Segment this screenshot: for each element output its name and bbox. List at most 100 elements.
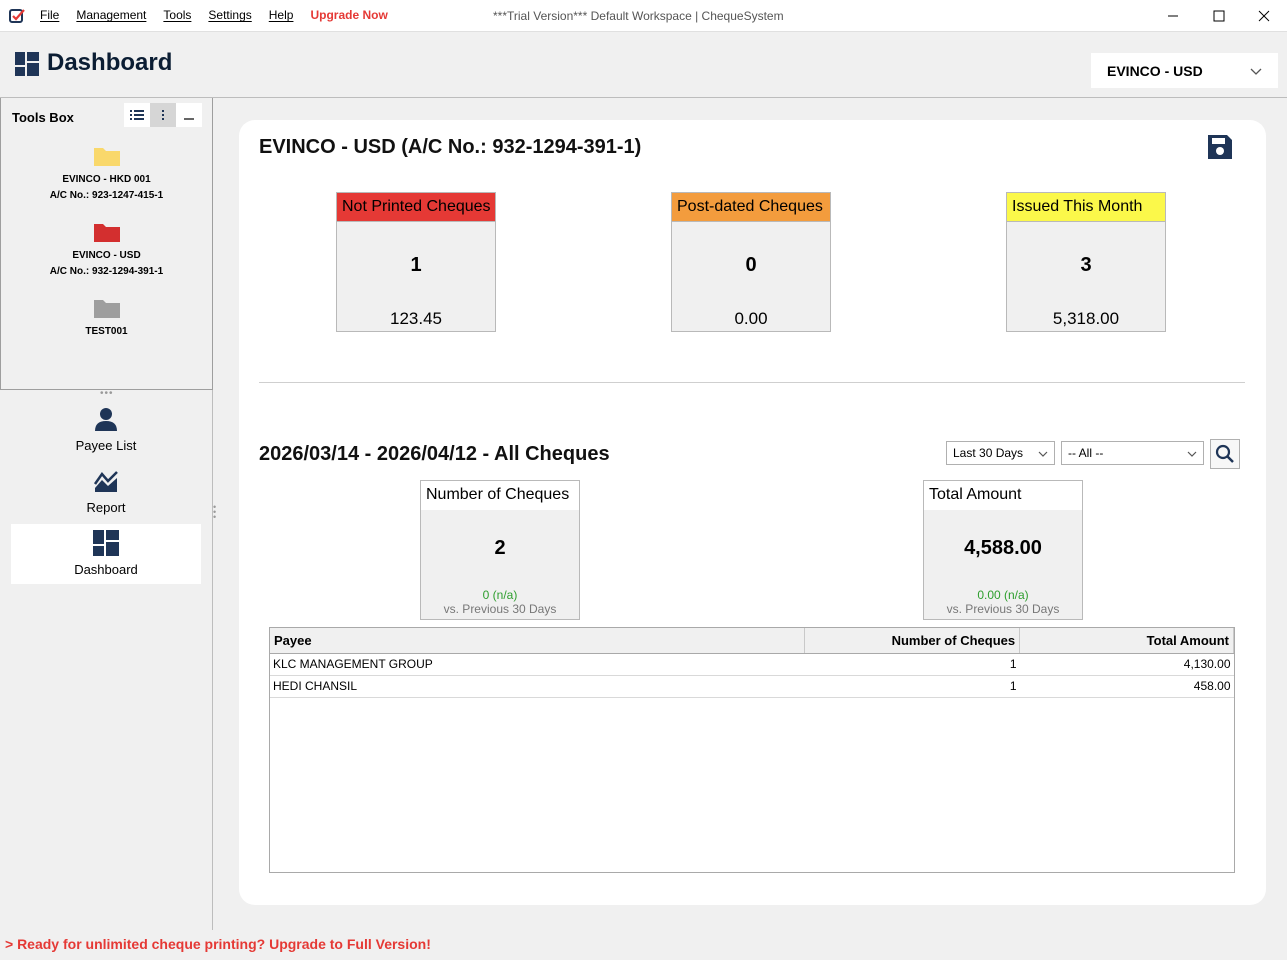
date-range-value: Last 30 Days <box>953 446 1024 460</box>
account-heading: EVINCO - USD (A/C No.: 932-1294-391-1) <box>259 136 642 158</box>
account-number: A/C No.: 923-1247-415-1 <box>49 190 164 201</box>
card-value: 4,588.00 <box>964 537 1042 559</box>
chevron-down-icon <box>1038 451 1048 457</box>
upgrade-message-link[interactable]: > Ready for unlimited cheque printing? U… <box>5 936 431 952</box>
app-logo-icon <box>9 9 25 23</box>
nav-report[interactable]: Report <box>11 468 201 528</box>
minimize-icon <box>1168 15 1178 17</box>
total-amount-card: Total Amount 4,588.00 0.00 (n/a) vs. Pre… <box>923 480 1083 620</box>
search-button[interactable] <box>1210 439 1240 469</box>
cell-amount: 4,130.00 <box>1019 653 1234 676</box>
cell-payee: KLC MANAGEMENT GROUP <box>270 653 805 676</box>
dashboard-icon <box>93 530 119 556</box>
minimize-panel-icon <box>184 118 194 120</box>
status-bar: > Ready for unlimited cheque printing? U… <box>0 930 1287 960</box>
page-title: Dashboard <box>47 49 173 76</box>
card-count: 3 <box>1080 254 1092 276</box>
column-header-payee[interactable]: Payee <box>270 628 806 654</box>
card-title: Issued This Month <box>1007 193 1165 222</box>
collapse-button[interactable] <box>176 103 202 127</box>
menu-settings[interactable]: Settings <box>208 8 251 22</box>
payee-summary-table: Payee Number of Cheques Total Amount KLC… <box>269 627 1235 873</box>
column-header-number[interactable]: Number of Cheques <box>804 628 1021 654</box>
folder-yellow-icon <box>93 148 120 166</box>
nav-payee-list[interactable]: Payee List <box>11 406 201 466</box>
maximize-button[interactable] <box>1196 0 1242 32</box>
column-header-amount[interactable]: Total Amount <box>1019 628 1234 654</box>
menu-help[interactable]: Help <box>269 8 294 22</box>
account-selector-value: EVINCO - USD <box>1107 63 1203 79</box>
date-range-dropdown[interactable]: Last 30 Days <box>946 441 1055 465</box>
cell-count: 1 <box>804 653 1020 676</box>
cell-amount: 458.00 <box>1019 675 1234 698</box>
search-icon <box>1215 444 1234 463</box>
account-number: A/C No.: 932-1294-391-1 <box>49 266 164 277</box>
vertical-splitter-handle[interactable]: • • • <box>213 503 216 522</box>
table-row[interactable]: HEDI CHANSIL 1 458.00 <box>270 675 1234 698</box>
menu-bar: File Management Tools Settings Help Upgr… <box>40 8 405 22</box>
payee-filter-dropdown[interactable]: -- All -- <box>1061 441 1204 465</box>
nav-label: Report <box>86 500 126 515</box>
card-change: 0 (n/a) <box>482 588 518 602</box>
tools-box: Tools Box EVINCO - HKD 001 A/C No.: 923-… <box>0 98 213 390</box>
nav-label: Payee List <box>75 438 137 453</box>
page-header: Dashboard EVINCO - USD <box>0 32 1287 98</box>
minimize-button[interactable] <box>1150 0 1196 32</box>
dashboard-card: EVINCO - USD (A/C No.: 932-1294-391-1) N… <box>239 120 1266 905</box>
account-name: TEST001 <box>85 326 128 337</box>
detail-view-button[interactable] <box>150 103 176 127</box>
folder-gray-icon <box>93 300 120 318</box>
title-bar: File Management Tools Settings Help Upgr… <box>0 0 1287 32</box>
card-compare: vs. Previous 30 Days <box>443 602 557 616</box>
splitter-handle[interactable]: ••• <box>100 388 114 399</box>
list-view-button[interactable] <box>124 103 150 127</box>
nav-label: Dashboard <box>74 562 138 577</box>
left-panel: Tools Box EVINCO - HKD 001 A/C No.: 923-… <box>0 98 213 930</box>
tools-box-title: Tools Box <box>12 110 74 125</box>
card-value: 2 <box>494 537 506 559</box>
cell-payee: HEDI CHANSIL <box>270 675 805 698</box>
menu-file[interactable]: File <box>40 8 59 22</box>
card-amount: 5,318.00 <box>1052 309 1120 328</box>
chevron-down-icon <box>1250 68 1262 75</box>
cell-count: 1 <box>804 675 1020 698</box>
save-icon[interactable] <box>1207 134 1233 160</box>
close-icon <box>1258 10 1270 22</box>
card-title: Not Printed Cheques <box>337 193 495 222</box>
account-selector[interactable]: EVINCO - USD <box>1090 52 1279 89</box>
card-title: Total Amount <box>924 481 1082 510</box>
account-name: EVINCO - USD <box>72 250 141 261</box>
window-title: ***Trial Version*** Default Workspace | … <box>493 9 784 23</box>
period-heading: 2026/03/14 - 2026/04/12 - All Cheques <box>259 443 610 465</box>
account-name: EVINCO - HKD 001 <box>62 174 151 185</box>
upgrade-now-link[interactable]: Upgrade Now <box>310 8 387 22</box>
card-title: Post-dated Cheques <box>672 193 830 222</box>
menu-management[interactable]: Management <box>76 8 146 22</box>
nav-dashboard[interactable]: Dashboard <box>11 524 201 584</box>
vertical-dots-icon <box>162 110 164 120</box>
close-button[interactable] <box>1241 0 1287 32</box>
issued-this-month-card[interactable]: Issued This Month 3 5,318.00 <box>1006 192 1166 332</box>
chevron-down-icon <box>1187 451 1197 457</box>
person-icon <box>95 408 117 431</box>
account-folder-hkd[interactable]: EVINCO - HKD 001 A/C No.: 923-1247-415-1 <box>1 144 212 204</box>
number-of-cheques-card: Number of Cheques 2 0 (n/a) vs. Previous… <box>420 480 580 620</box>
payee-filter-value: -- All -- <box>1068 446 1104 460</box>
card-amount: 0.00 <box>734 309 768 328</box>
account-folder-test001[interactable]: TEST001 <box>1 296 212 340</box>
section-divider <box>259 382 1245 383</box>
card-amount: 123.45 <box>390 309 442 328</box>
maximize-icon <box>1213 10 1225 22</box>
account-folder-usd[interactable]: EVINCO - USD A/C No.: 932-1294-391-1 <box>1 220 212 280</box>
post-dated-cheques-card[interactable]: Post-dated Cheques 0 0.00 <box>671 192 831 332</box>
card-count: 1 <box>410 254 422 276</box>
card-compare: vs. Previous 30 Days <box>946 602 1060 616</box>
dashboard-icon <box>15 52 39 76</box>
report-chart-icon <box>93 471 118 492</box>
table-row[interactable]: KLC MANAGEMENT GROUP 1 4,130.00 <box>270 653 1234 676</box>
list-view-icon <box>130 110 144 120</box>
menu-tools[interactable]: Tools <box>163 8 191 22</box>
card-count: 0 <box>745 254 757 276</box>
not-printed-cheques-card[interactable]: Not Printed Cheques 1 123.45 <box>336 192 496 332</box>
folder-red-icon <box>93 224 120 242</box>
